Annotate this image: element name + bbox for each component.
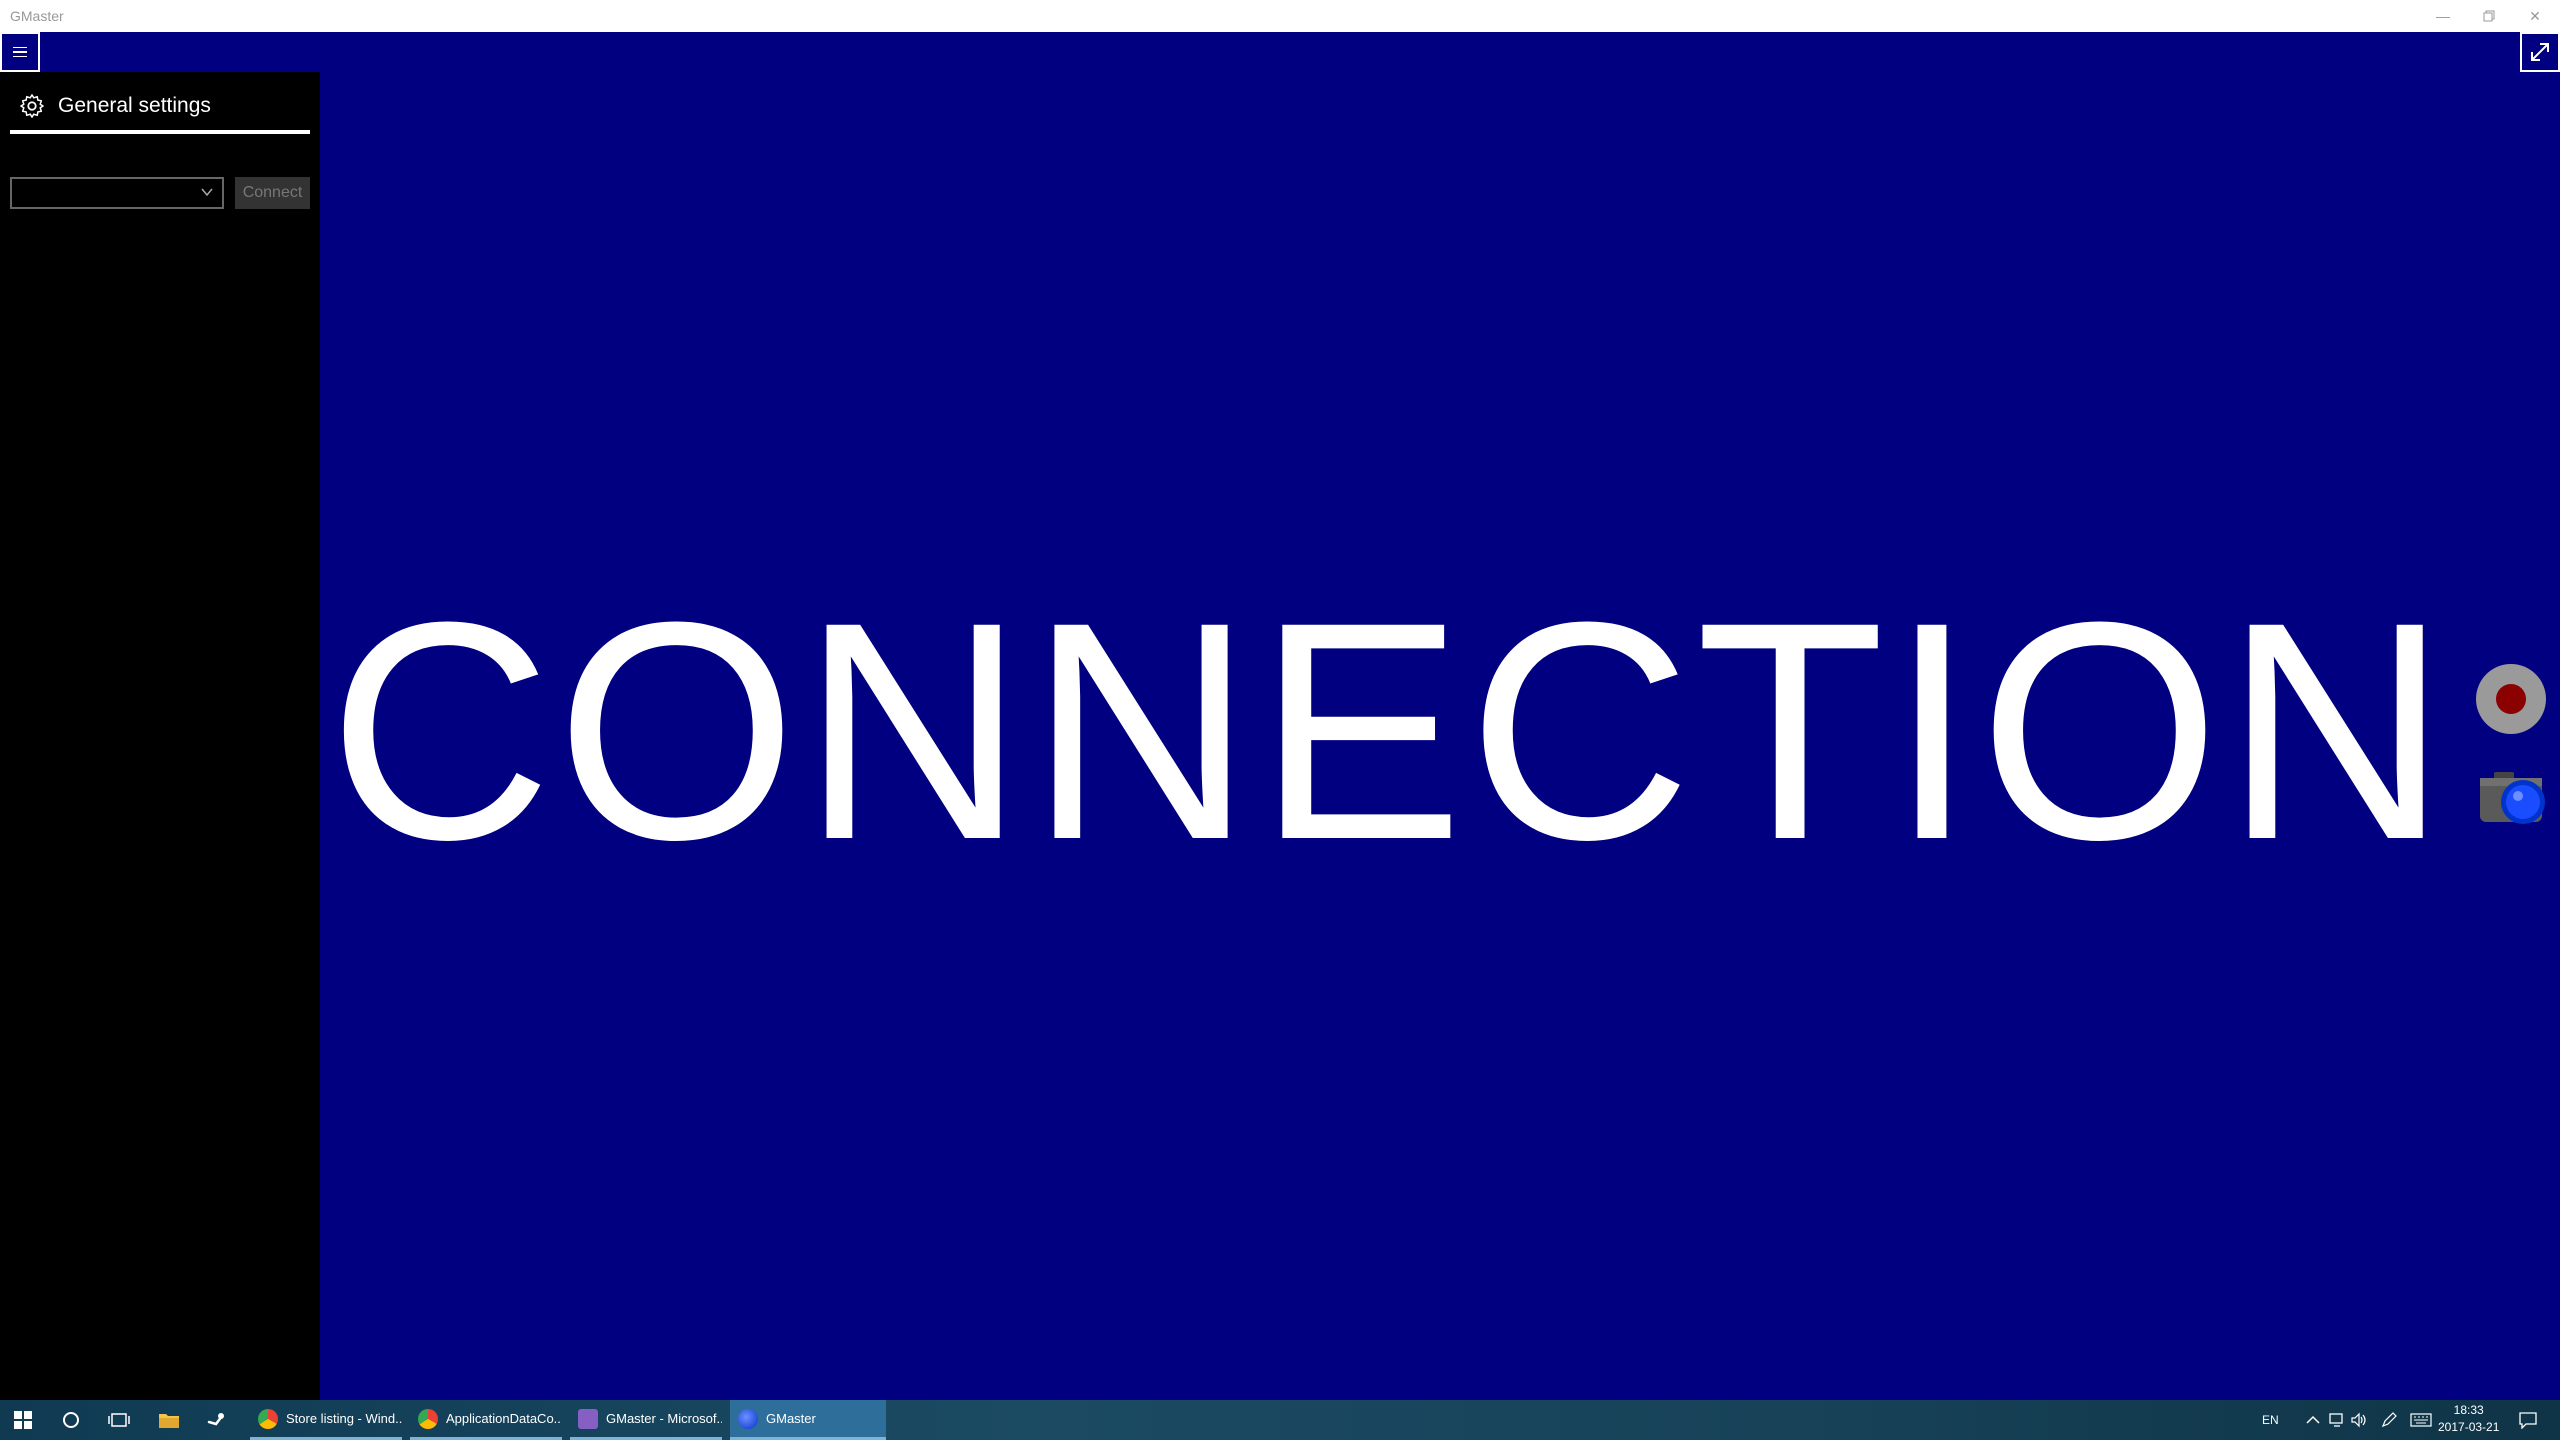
cortana-button[interactable] <box>62 1400 80 1440</box>
taskbar-app-label: ApplicationDataCo... <box>446 1411 562 1426</box>
title-bar: GMaster — ✕ <box>0 0 2560 32</box>
restore-button[interactable] <box>2466 0 2512 32</box>
pen-button[interactable] <box>2380 1400 2398 1440</box>
snapshot-button[interactable] <box>2478 768 2548 828</box>
restore-icon <box>2483 10 2495 22</box>
minimize-icon: — <box>2436 8 2450 24</box>
taskbar-clock[interactable]: 18:33 2017-03-21 <box>2438 1402 2499 1436</box>
taskbar-app-visual-studio[interactable]: GMaster - Microsof... <box>570 1400 722 1440</box>
steam-button[interactable] <box>206 1400 226 1440</box>
no-connection-text: NO CONNECTION <box>320 557 2452 904</box>
network-button[interactable] <box>2328 1400 2346 1440</box>
keyboard-icon <box>2410 1413 2432 1427</box>
steam-icon <box>207 1413 224 1426</box>
minimize-button[interactable]: — <box>2420 0 2466 32</box>
window-title: GMaster <box>10 8 64 24</box>
taskbar-app-label: GMaster <box>766 1411 816 1426</box>
pen-icon <box>2381 1412 2397 1428</box>
video-stage: NO CONNECTION <box>320 32 2560 1400</box>
chrome-icon <box>258 1408 278 1429</box>
chevron-up-icon <box>2306 1415 2320 1424</box>
connect-button[interactable]: Connect <box>235 177 310 209</box>
task-view-button[interactable] <box>108 1400 130 1440</box>
hamburger-icon <box>13 44 27 61</box>
taskbar-app-chrome-appdata[interactable]: ApplicationDataCo... <box>410 1400 562 1440</box>
tray-overflow-button[interactable] <box>2306 1400 2320 1440</box>
volume-icon <box>2351 1412 2366 1428</box>
record-icon <box>2496 684 2526 714</box>
camera-icon <box>2480 772 2545 824</box>
clock-date: 2017-03-21 <box>2438 1420 2500 1434</box>
task-view-icon <box>108 1413 130 1427</box>
taskbar-app-gmaster[interactable]: GMaster <box>730 1400 886 1440</box>
touch-keyboard-button[interactable] <box>2410 1400 2432 1440</box>
folder-icon <box>159 1414 179 1428</box>
notification-icon <box>2519 1412 2537 1429</box>
device-select[interactable] <box>10 177 224 209</box>
chevron-down-icon <box>201 188 213 197</box>
network-icon <box>2329 1413 2343 1427</box>
fullscreen-button[interactable] <box>2520 32 2560 72</box>
app-area: NO CONNECTION General settings Connect <box>0 32 2560 1400</box>
menu-toggle-button[interactable] <box>0 32 40 72</box>
action-center-button[interactable] <box>2518 1400 2538 1440</box>
gmaster-icon <box>738 1408 758 1429</box>
cortana-icon <box>63 1412 79 1428</box>
expand-icon <box>2531 43 2549 61</box>
start-button[interactable] <box>14 1400 32 1440</box>
gear-icon <box>20 94 44 118</box>
taskbar-app-label: Store listing - Wind... <box>286 1411 402 1426</box>
file-explorer-button[interactable] <box>158 1400 180 1440</box>
taskbar-app-chrome-store[interactable]: Store listing - Wind... <box>250 1400 402 1440</box>
general-settings-header[interactable]: General settings <box>10 92 310 134</box>
taskbar-app-label: GMaster - Microsof... <box>606 1411 722 1426</box>
volume-button[interactable] <box>2350 1400 2368 1440</box>
settings-pane: General settings Connect <box>0 72 320 1400</box>
visual-studio-icon <box>578 1408 598 1429</box>
close-button[interactable]: ✕ <box>2512 0 2558 32</box>
record-button[interactable] <box>2476 664 2546 734</box>
taskbar: Store listing - Wind... ApplicationDataC… <box>0 1400 2560 1440</box>
close-icon: ✕ <box>2529 7 2541 24</box>
language-indicator[interactable]: EN <box>2262 1400 2279 1440</box>
clock-time: 18:33 <box>2453 1403 2484 1417</box>
chrome-icon <box>418 1408 438 1429</box>
general-settings-label: General settings <box>58 94 211 117</box>
windows-start-icon <box>14 1411 32 1429</box>
